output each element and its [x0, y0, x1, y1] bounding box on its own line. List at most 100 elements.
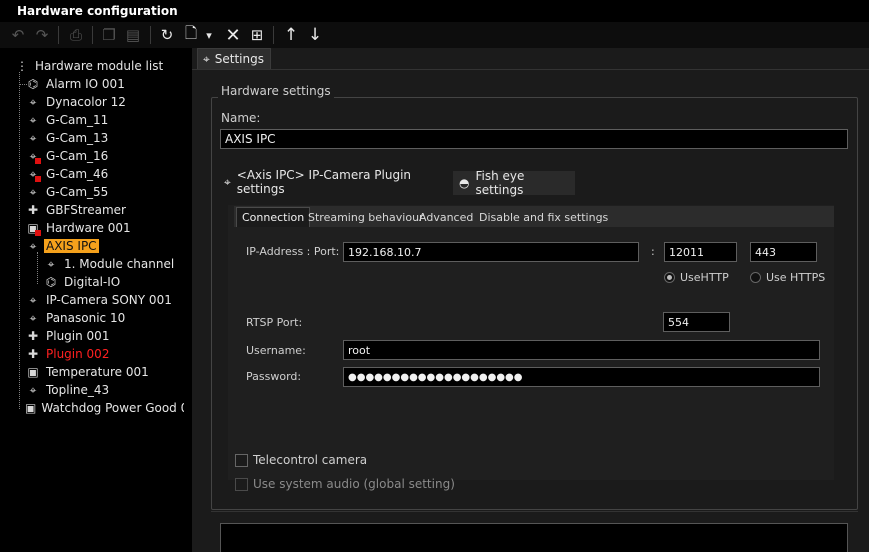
tree-item-temperature-001[interactable]: ▣ Temperature 001 [14, 363, 151, 381]
tree-item-ip-camera-sony-001[interactable]: ⌖ IP-Camera SONY 001 [14, 291, 174, 309]
refresh-icon[interactable]: ↻ [157, 25, 177, 45]
tree-root[interactable]: ⋮ Hardware module list [14, 57, 165, 75]
paste-icon[interactable]: ▤ [123, 25, 143, 45]
checkbox-box [235, 477, 248, 491]
tree-item-label: Hardware 001 [46, 221, 131, 235]
plugin-icon: ✚ [27, 347, 39, 361]
tree-item-label: GBFStreamer [46, 203, 126, 217]
tab-plugin-settings-label: <Axis IPC> IP-Camera Plugin settings [236, 168, 412, 196]
use-http-label: UseHTTP [680, 271, 729, 284]
tree-item-digital-io[interactable]: ⌬ Digital-IO [32, 273, 122, 291]
username-field[interactable] [343, 340, 820, 360]
tree-item-label: Topline_43 [46, 383, 110, 397]
move-down-icon[interactable]: ↓ [305, 25, 325, 45]
tab-plugin-settings[interactable]: ⌖ <Axis IPC> IP-Camera Plugin settings [224, 168, 452, 196]
tree-item-alarm-io-001[interactable]: ⌬ Alarm IO 001 [14, 75, 127, 93]
camera-icon: ⌖ [203, 51, 210, 66]
toolbar: ↶ ↷ ⎙ ❐ ▤ ↻ 🗋 ▾ ✕ ⊞ ↑ ↓ [0, 22, 869, 48]
camera-icon: ⌖ [29, 112, 37, 127]
tab-advanced[interactable]: Advanced [414, 207, 478, 227]
rtsp-port-field[interactable] [663, 312, 730, 332]
tree-item-label: G-Cam_16 [46, 149, 109, 163]
tab-disable-and-fix-settings[interactable]: Disable and fix settings [474, 207, 613, 227]
system-audio-label: Use system audio (global setting) [253, 477, 455, 491]
password-label: Password: [246, 370, 302, 383]
port-field[interactable] [664, 242, 737, 262]
tree-item-g-cam-55[interactable]: ⌖ G-Cam_55 [14, 183, 110, 201]
tree-item-axis-ipc[interactable]: ⌖ AXIS IPC [14, 237, 99, 255]
chip-error-icon: ▣ [25, 220, 41, 236]
tree-item-g-cam-13[interactable]: ⌖ G-Cam_13 [14, 129, 110, 147]
telecontrol-checkbox[interactable]: Telecontrol camera [235, 453, 367, 467]
tree-item-label: Plugin 002 [46, 347, 110, 361]
tab-settings[interactable]: ⌖ Settings [197, 48, 271, 69]
use-http-radio[interactable]: UseHTTP [664, 271, 729, 284]
camera-icon: ⌖ [29, 130, 37, 145]
chip-icon: ▣ [25, 401, 37, 415]
camera-icon: ⌖ [29, 310, 37, 325]
tree-item-label: G-Cam_13 [46, 131, 109, 145]
name-field[interactable] [220, 129, 848, 149]
divider [211, 511, 858, 512]
camera-error-icon: ⌖ [25, 148, 41, 164]
port-colon: : [651, 245, 655, 258]
tree-item-topline-43[interactable]: ⌖ Topline_43 [14, 381, 111, 399]
dropdown-arrow-icon[interactable]: ▾ [203, 25, 215, 45]
tree-item-label: Plugin 001 [46, 329, 110, 343]
tab-streaming-behaviour[interactable]: Streaming behaviour [303, 207, 429, 227]
tree-item-label: Watchdog Power Good 0( [41, 401, 184, 415]
tab-settings-label: Settings [214, 52, 264, 66]
tree-item-label: Alarm IO 001 [46, 77, 125, 91]
tree-item-panasonic-10[interactable]: ⌖ Panasonic 10 [14, 309, 127, 327]
window-title: Hardware configuration [17, 4, 178, 18]
plugin-icon: ✚ [27, 329, 39, 343]
log-output-area[interactable] [220, 523, 848, 552]
move-up-icon[interactable]: ↑ [281, 25, 301, 45]
camera-error-icon: ⌖ [25, 166, 41, 182]
tab-fish-eye-settings[interactable]: ◓ Fish eye settings [453, 169, 575, 197]
title-bar: Hardware configuration [0, 0, 869, 22]
undo-icon[interactable]: ↶ [8, 25, 28, 45]
settings-pane: ⌖ Settings Hardware settings Name: ⌖ <Ax… [192, 48, 869, 552]
delete-icon[interactable]: ✕ [223, 25, 243, 46]
tree-item-plugin-002[interactable]: ✚ Plugin 002 [14, 345, 111, 363]
toolbar-separator [58, 26, 59, 44]
tree-item-dynacolor-12[interactable]: ⌖ Dynacolor 12 [14, 93, 128, 111]
tree-item-watchdog-power-good[interactable]: ▣ Watchdog Power Good 0( [14, 399, 184, 417]
camera-icon: ⌖ [29, 94, 37, 109]
tree-item-g-cam-46[interactable]: ⌖ G-Cam_46 [14, 165, 110, 183]
tree-item-label: G-Cam_55 [46, 185, 109, 199]
tree-item-label: IP-Camera SONY 001 [46, 293, 172, 307]
tree-item-gbfstreamer[interactable]: ✚ GBFStreamer [14, 201, 128, 219]
toolbar-separator [150, 26, 151, 44]
tree-item-module-channel[interactable]: ⌖ 1. Module channel [32, 255, 176, 273]
hardware-tree: ⋮ Hardware module list ⌬ Alarm IO 001 ⌖ … [0, 48, 192, 552]
password-field[interactable] [343, 367, 820, 387]
checkbox-box [235, 453, 248, 467]
camera-icon: ⌖ [29, 382, 37, 397]
print-icon[interactable]: ⎙ [66, 25, 86, 45]
tree-item-label: Temperature 001 [46, 365, 149, 379]
redo-icon[interactable]: ↷ [32, 25, 52, 45]
use-https-radio[interactable]: Use HTTPS [750, 271, 825, 284]
tree-item-hardware-001[interactable]: ▣ Hardware 001 [14, 219, 133, 237]
chip-icon: ▣ [27, 365, 39, 379]
camera-icon: ⌖ [29, 184, 37, 199]
properties-icon[interactable]: ⊞ [247, 25, 267, 45]
toolbar-separator [92, 26, 93, 44]
system-audio-checkbox[interactable]: Use system audio (global setting) [235, 477, 455, 491]
tree-item-g-cam-16[interactable]: ⌖ G-Cam_16 [14, 147, 110, 165]
copy-icon[interactable]: ❐ [99, 25, 119, 45]
https-port-field[interactable] [750, 242, 817, 262]
fisheye-icon: ◓ [459, 176, 470, 190]
tree-item-g-cam-11[interactable]: ⌖ G-Cam_11 [14, 111, 110, 129]
add-module-icon[interactable]: 🗋 [181, 24, 201, 45]
tree-item-plugin-001[interactable]: ✚ Plugin 001 [14, 327, 111, 345]
tree-item-label: G-Cam_46 [46, 167, 109, 181]
tree-root-label: Hardware module list [35, 59, 164, 73]
camera-icon: ⌖ [47, 256, 55, 271]
name-label: Name: [221, 111, 261, 125]
tree-item-label: 1. Module channel [64, 257, 175, 271]
tab-connection[interactable]: Connection [236, 207, 311, 227]
ip-address-field[interactable] [343, 242, 639, 262]
